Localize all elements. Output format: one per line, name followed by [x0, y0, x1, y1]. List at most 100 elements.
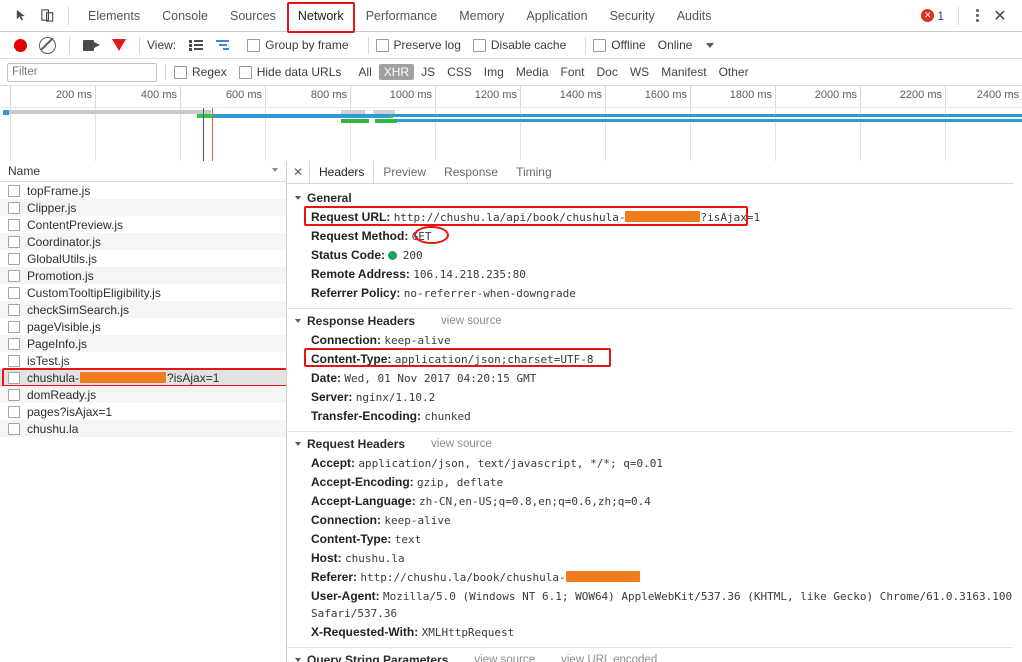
row-checkbox-icon[interactable] — [8, 320, 20, 333]
request-list-header[interactable]: Name — [0, 161, 286, 182]
filter-input[interactable] — [7, 62, 157, 82]
request-row-customtooltipeligibility[interactable]: CustomTooltipEligibility.js — [0, 284, 286, 301]
filter-type-manifest[interactable]: Manifest — [656, 64, 711, 80]
filter-type-ws[interactable]: WS — [625, 64, 654, 80]
kebab-menu-icon[interactable] — [967, 9, 987, 22]
row-checkbox-icon[interactable] — [8, 405, 20, 418]
ruler-tick-label: 2200 ms — [899, 89, 942, 101]
detail-tab-response[interactable]: Response — [435, 161, 507, 183]
request-row-istest[interactable]: isTest.js — [0, 352, 286, 369]
filter-type-all[interactable]: All — [353, 64, 376, 80]
request-row-coordinator[interactable]: Coordinator.js — [0, 233, 286, 250]
header-name: Accept-Language: — [311, 494, 416, 508]
row-checkbox-icon[interactable] — [8, 252, 20, 265]
tab-application[interactable]: Application — [515, 1, 598, 31]
filter-toggle-button[interactable] — [106, 33, 132, 57]
filter-type-doc[interactable]: Doc — [592, 64, 623, 80]
filter-type-xhr[interactable]: XHR — [378, 64, 415, 80]
close-icon[interactable]: ✕ — [987, 6, 1013, 26]
row-checkbox-icon[interactable] — [8, 218, 20, 231]
request-row-chushula-doc[interactable]: chushu.la — [0, 420, 286, 437]
capture-screenshots-button[interactable] — [77, 33, 106, 57]
group-by-frame-checkbox[interactable]: Group by frame — [247, 38, 349, 52]
list-view-button[interactable] — [183, 33, 210, 57]
clear-button[interactable] — [33, 33, 62, 57]
header-name: User-Agent: — [311, 589, 380, 603]
filter-type-media[interactable]: Media — [511, 64, 554, 80]
row-checkbox-icon[interactable] — [8, 269, 20, 282]
ruler-tick-label: 200 ms — [55, 89, 92, 101]
request-row-pages[interactable]: pages?isAjax=1 — [0, 403, 286, 420]
row-checkbox-icon[interactable] — [8, 184, 20, 197]
request-row-chushula-api[interactable]: chushula- ?isAjax=1 — [0, 368, 286, 387]
tab-audits[interactable]: Audits — [666, 1, 723, 31]
row-checkbox-icon[interactable] — [8, 388, 20, 401]
request-header-accept: Accept: application/json, text/javascrip… — [287, 454, 1022, 473]
offline-checkbox[interactable]: Offline — [593, 38, 646, 52]
tab-memory[interactable]: Memory — [448, 1, 515, 31]
request-name: chushula- — [27, 370, 80, 385]
request-row-pagevisible[interactable]: pageVisible.js — [0, 318, 286, 335]
detail-scrollbar[interactable] — [1013, 183, 1022, 662]
request-name: chushu.la — [27, 421, 79, 436]
request-row-domready[interactable]: domReady.js — [0, 386, 286, 403]
view-source-link[interactable]: view source — [431, 438, 492, 450]
detail-tab-headers[interactable]: Headers — [310, 161, 375, 183]
close-detail-icon[interactable]: ✕ — [287, 165, 309, 179]
header-value: text — [394, 533, 422, 546]
filter-type-js[interactable]: JS — [416, 64, 440, 80]
row-checkbox-icon[interactable] — [8, 422, 20, 435]
preserve-log-checkbox[interactable]: Preserve log — [375, 38, 461, 52]
disable-cache-checkbox[interactable]: Disable cache — [472, 38, 566, 52]
throttling-select-value[interactable]: Online — [658, 38, 693, 52]
tab-sources[interactable]: Sources — [219, 1, 287, 31]
section-query-string-header[interactable]: Query String Parameters view source view… — [287, 650, 1022, 662]
chevron-down-icon[interactable] — [272, 168, 278, 172]
request-row-topframe[interactable]: topFrame.js — [0, 182, 286, 199]
inspect-element-icon[interactable] — [8, 4, 34, 28]
record-button[interactable] — [8, 33, 33, 57]
detail-tab-preview[interactable]: Preview — [374, 161, 435, 183]
hide-data-urls-checkbox[interactable]: Hide data URLs — [238, 65, 341, 79]
row-checkbox-icon[interactable] — [8, 371, 20, 384]
response-header-date: Date: Wed, 01 Nov 2017 04:20:15 GMT — [287, 369, 1022, 388]
regex-checkbox[interactable]: Regex — [174, 65, 227, 79]
section-request-headers-header[interactable]: Request Headers view source — [287, 434, 1022, 454]
tab-security[interactable]: Security — [599, 1, 666, 31]
error-badge[interactable]: ✕ 1 — [921, 9, 944, 23]
tab-network[interactable]: Network — [286, 1, 355, 33]
filter-type-font[interactable]: Font — [556, 64, 590, 80]
header-value: nginx/1.10.2 — [355, 391, 436, 404]
request-row-checksimsearch[interactable]: checkSimSearch.js — [0, 301, 286, 318]
filter-type-img[interactable]: Img — [479, 64, 509, 80]
toggle-device-toolbar-icon[interactable] — [34, 4, 60, 28]
section-response-headers-header[interactable]: Response Headers view source — [287, 311, 1022, 331]
tab-elements[interactable]: Elements — [77, 1, 151, 31]
row-checkbox-icon[interactable] — [8, 337, 20, 350]
request-row-promotion[interactable]: Promotion.js — [0, 267, 286, 284]
row-checkbox-icon[interactable] — [8, 303, 20, 316]
network-overview-graph[interactable] — [0, 108, 1022, 164]
tab-console[interactable]: Console — [151, 1, 219, 31]
view-source-link[interactable]: view source — [474, 654, 535, 662]
row-checkbox-icon[interactable] — [8, 235, 20, 248]
request-row-pageinfo[interactable]: PageInfo.js — [0, 335, 286, 352]
detail-tab-timing[interactable]: Timing — [507, 161, 561, 183]
view-url-encoded-link[interactable]: view URL encoded — [561, 654, 657, 662]
chevron-down-icon[interactable] — [706, 42, 715, 48]
waterfall-view-button[interactable] — [210, 33, 237, 57]
view-source-link[interactable]: view source — [441, 315, 502, 327]
overview-bar-blue — [212, 114, 390, 118]
request-row-clipper[interactable]: Clipper.js — [0, 199, 286, 216]
request-row-globalutils[interactable]: GlobalUtils.js — [0, 250, 286, 267]
view-label: View: — [147, 38, 177, 52]
request-row-contentpreview[interactable]: ContentPreview.js — [0, 216, 286, 233]
section-general-header[interactable]: General — [287, 188, 1022, 208]
row-checkbox-icon[interactable] — [8, 286, 20, 299]
filter-type-css[interactable]: CSS — [442, 64, 477, 80]
row-checkbox-icon[interactable] — [8, 201, 20, 214]
row-checkbox-icon[interactable] — [8, 354, 20, 367]
filter-type-other[interactable]: Other — [714, 64, 754, 80]
request-name: GlobalUtils.js — [27, 251, 98, 266]
tab-performance[interactable]: Performance — [355, 1, 449, 31]
